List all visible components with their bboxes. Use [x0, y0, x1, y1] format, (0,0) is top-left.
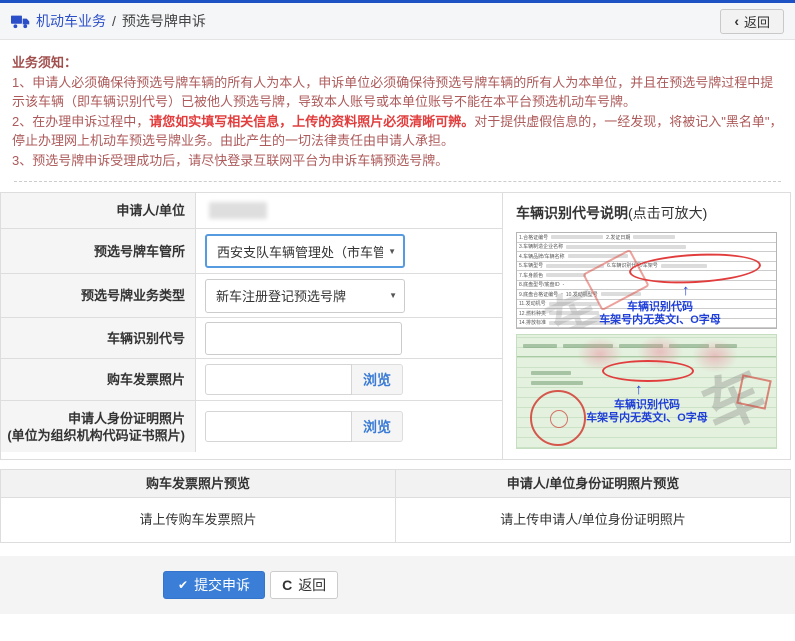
certificate-row: 1.合格证编号 2.发证日期 — [517, 233, 776, 243]
page-header: 机动车业务 / 预选号牌申诉 ‹ 返回 — [0, 3, 795, 40]
id-photo-file-input[interactable] — [205, 411, 352, 442]
chevron-down-icon: ▼ — [389, 291, 397, 300]
applicant-label: 申请人/单位 — [1, 193, 196, 228]
photo-preview-table: 购车发票照片预览 申请人/单位身份证明照片预览 请上传购车发票照片 请上传申请人… — [0, 469, 791, 543]
vin-label: 车辆识别代号 — [1, 318, 196, 358]
notice-item-2: 2、在办理申诉过程中，请您如实填写相关信息，上传的资料照片必须清晰可辨。对于提供… — [12, 112, 783, 151]
vin-panel-title-hint: (点击可放大) — [628, 205, 707, 221]
form-row-vin: 车辆识别代号 — [1, 318, 502, 359]
certificate-field-label: 14.排放标准 — [519, 319, 546, 326]
vin-panel-title-text: 车辆识别代号说明 — [516, 205, 628, 221]
id-photo-label: 申请人身份证明照片 (单位为组织机构代码证书照片) — [1, 401, 196, 452]
vin-annotation-line1: 车辆识别代码 — [545, 301, 775, 314]
notice-title: 业务须知： — [12, 53, 783, 73]
certificate-field-value-bar — [633, 235, 675, 239]
business-type-selected-value: 新车注册登记预选号牌 — [216, 286, 384, 305]
return-button[interactable]: C 返回 — [270, 571, 338, 599]
certificate-field-label: 4.车辆品牌/车辆名称 — [519, 253, 565, 260]
vin-annotation-line1: 车辆识别代码 — [527, 399, 767, 412]
invoice-photo-label: 购车发票照片 — [1, 359, 196, 400]
header-back-button[interactable]: ‹ 返回 — [720, 9, 784, 34]
invoice-photo-file-input[interactable] — [205, 364, 352, 395]
submit-appeal-label: 提交申诉 — [194, 575, 250, 595]
id-photo-label-line1: 申请人身份证明照片 — [68, 410, 185, 427]
notice-item-2-emphasis: 请您如实填写相关信息，上传的资料照片必须清晰可辨。 — [149, 114, 474, 129]
business-type-label: 预选号牌业务类型 — [1, 274, 196, 317]
submit-appeal-button[interactable]: ✔ 提交申诉 — [163, 571, 265, 599]
preview-table-body-row: 请上传购车发票照片 请上传申请人/单位身份证明照片 — [1, 498, 790, 542]
vin-annotation: 车辆识别代码 车架号内无英文I、O字母 — [527, 399, 767, 424]
certificate-field-value-bar — [566, 245, 686, 249]
invoice-preview-header: 购车发票照片预览 — [1, 470, 396, 497]
appeal-form-panel: 申请人/单位 预选号牌车管所 西安支队车辆管理处（市车管所 ▼ 预选号牌业务类型… — [0, 192, 791, 460]
chevron-left-icon: ‹ — [734, 13, 739, 29]
business-notice: 业务须知： 1、申请人必须确保待预选号牌车辆的所有人为本人，申诉单位必须确保待预… — [0, 40, 795, 182]
refresh-icon: C — [282, 577, 292, 593]
certificate-field-label: 7.车身颜色 — [519, 272, 543, 279]
vin-annotation: 车辆识别代码 车架号内无英文I、O字母 — [545, 301, 775, 326]
form-fields-column: 申请人/单位 预选号牌车管所 西安支队车辆管理处（市车管所 ▼ 预选号牌业务类型… — [1, 193, 503, 459]
up-arrow-icon: ↑ — [635, 382, 643, 397]
truck-icon — [11, 14, 30, 29]
applicant-value-redacted — [209, 202, 267, 219]
certificate-field-value-bar — [551, 235, 603, 239]
breadcrumb-divider: / — [112, 13, 116, 29]
breadcrumb: 机动车业务 / 预选号牌申诉 — [11, 11, 206, 31]
notice-item-3: 3、预选号牌申诉受理成功后，请尽快登录互联网平台为申诉车辆预选号牌。 — [12, 151, 783, 171]
sales-invoice-image: 车 ↑ 车辆识别代码 车架号内无英文I、O字母 — [516, 334, 777, 449]
business-type-select[interactable]: 新车注册登记预选号牌 ▼ — [205, 279, 405, 313]
dmv-office-select[interactable]: 西安支队车辆管理处（市车管所 ▼ — [205, 234, 405, 268]
id-preview-placeholder: 请上传申请人/单位身份证明照片 — [396, 498, 790, 542]
breadcrumb-section-link[interactable]: 机动车业务 — [36, 11, 106, 31]
vin-input[interactable] — [205, 322, 402, 355]
form-row-invoice-photo: 购车发票照片 浏览 — [1, 359, 502, 401]
certificate-of-conformity-image: 1.合格证编号 2.发证日期 3.车辆制造企业名称 4.车辆品牌/车辆名称 5.车辆型号… — [516, 232, 777, 329]
notice-separator — [14, 181, 781, 182]
dmv-office-selected-value: 西安支队车辆管理处（市车管所 — [217, 242, 383, 261]
certificate-field-label: 5.车辆型号 — [519, 262, 543, 269]
form-row-dmv-office: 预选号牌车管所 西安支队车辆管理处（市车管所 ▼ — [1, 229, 502, 274]
dmv-office-label: 预选号牌车管所 — [1, 229, 196, 273]
vin-annotation-line2: 车架号内无英文I、O字母 — [527, 412, 767, 425]
certificate-field-label: 3.车辆制造企业名称 — [519, 243, 563, 250]
return-label: 返回 — [298, 575, 326, 595]
vin-explanation-panel: 车辆识别代号说明(点击可放大) 1.合格证编号 2.发证日期 3.车辆制造企业名称 4… — [503, 193, 790, 459]
breadcrumb-page-title: 预选号牌申诉 — [122, 11, 206, 31]
up-arrow-icon: ↑ — [682, 283, 690, 298]
check-icon: ✔ — [178, 578, 188, 592]
preview-table-header-row: 购车发票照片预览 申请人/单位身份证明照片预览 — [1, 470, 790, 498]
vin-annotation-line2: 车架号内无英文I、O字母 — [545, 314, 775, 327]
notice-item-2-prefix: 2、在办理申诉过程中， — [12, 114, 149, 129]
form-row-business-type: 预选号牌业务类型 新车注册登记预选号牌 ▼ — [1, 274, 502, 318]
chevron-down-icon: ▼ — [388, 247, 396, 256]
vin-example-image[interactable]: 1.合格证编号 2.发证日期 3.车辆制造企业名称 4.车辆品牌/车辆名称 5.车辆型号… — [516, 232, 777, 449]
form-row-id-photo: 申请人身份证明照片 (单位为组织机构代码证书照片) 浏览 — [1, 401, 502, 452]
invoice-preview-placeholder: 请上传购车发票照片 — [1, 498, 396, 542]
id-preview-header: 申请人/单位身份证明照片预览 — [396, 470, 790, 497]
vin-panel-title: 车辆识别代号说明(点击可放大) — [516, 203, 777, 223]
certificate-row: 3.车辆制造企业名称 — [517, 243, 776, 253]
notice-item-1: 1、申请人必须确保待预选号牌车辆的所有人为本人，申诉单位必须确保待预选号牌车辆的… — [12, 73, 783, 112]
action-bar: ✔ 提交申诉 C 返回 — [0, 556, 795, 614]
vin-highlight-ellipse — [602, 360, 694, 382]
header-back-label: 返回 — [744, 12, 770, 31]
id-photo-browse-button[interactable]: 浏览 — [352, 411, 403, 442]
invoice-photo-browse-button[interactable]: 浏览 — [352, 364, 403, 395]
certificate-field-label: 1.合格证编号 — [519, 234, 548, 241]
id-photo-label-line2: (单位为组织机构代码证书照片) — [7, 427, 185, 444]
certificate-field-label: 2.发证日期 — [606, 234, 630, 241]
form-row-applicant: 申请人/单位 — [1, 193, 502, 229]
